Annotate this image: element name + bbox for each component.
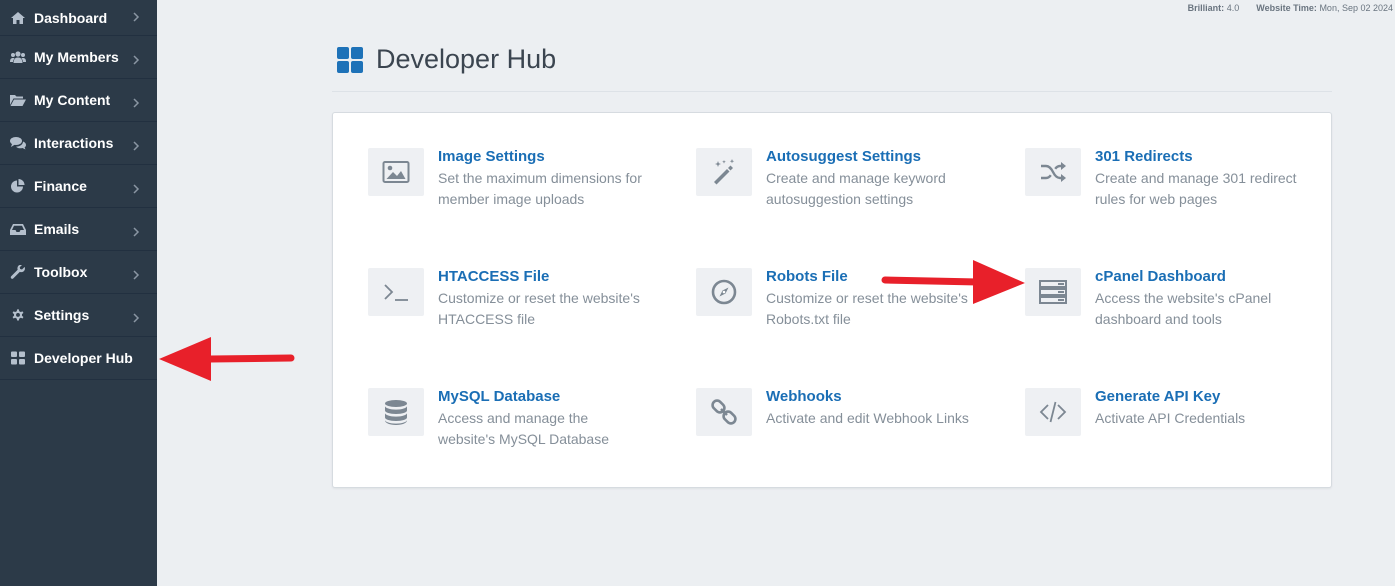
- server-icon: [1025, 268, 1081, 316]
- sidebar-item-label: Finance: [34, 178, 87, 194]
- tool-cpanel-dashboard[interactable]: cPanel Dashboard Access the website's cP…: [1025, 268, 1325, 348]
- sidebar-item-label: Toolbox: [34, 264, 88, 280]
- chevron-right-icon: [132, 181, 140, 194]
- annotation-arrow-left: [159, 337, 295, 381]
- tool-title[interactable]: Webhooks: [766, 388, 976, 406]
- gear-icon: [9, 308, 26, 322]
- tool-description: Access and manage the website's MySQL Da…: [438, 410, 610, 447]
- pie-chart-icon: [9, 179, 26, 193]
- chevron-right-icon: [132, 95, 140, 108]
- tool-title[interactable]: 301 Redirects: [1095, 148, 1305, 166]
- chevron-right-icon: [132, 138, 140, 151]
- chevron-right-icon: [132, 52, 140, 65]
- sidebar-item-toolbox[interactable]: Toolbox: [0, 251, 157, 294]
- wrench-icon: [9, 265, 26, 279]
- sidebar-item-settings[interactable]: Settings: [0, 294, 157, 337]
- sidebar-item-finance[interactable]: Finance: [0, 165, 157, 208]
- sidebar-item-label: Emails: [34, 221, 80, 237]
- tool-description: Create and manage 301 redirect rules for…: [1095, 170, 1297, 207]
- sidebar: Dashboard My Members My Content Interact…: [0, 0, 157, 586]
- shuffle-icon: [1025, 148, 1081, 196]
- link-icon: [696, 388, 752, 436]
- tool-description: Set the maximum dimensions for member im…: [438, 170, 642, 207]
- sidebar-item-developer-hub[interactable]: Developer Hub: [0, 337, 157, 380]
- sidebar-item-my-content[interactable]: My Content: [0, 79, 157, 122]
- compass-icon: [696, 268, 752, 316]
- sidebar-item-label: Dashboard: [34, 9, 108, 26]
- tool-301-redirects[interactable]: 301 Redirects Create and manage 301 redi…: [1025, 148, 1325, 228]
- tools-card: Image Settings Set the maximum dimension…: [332, 112, 1332, 488]
- tool-generate-api-key[interactable]: Generate API Key Activate API Credential…: [1025, 388, 1325, 468]
- chevron-right-icon: [132, 9, 140, 22]
- tool-title[interactable]: Autosuggest Settings: [766, 148, 976, 166]
- chevron-right-icon: [132, 267, 140, 280]
- tool-title[interactable]: HTACCESS File: [438, 268, 648, 286]
- sidebar-item-label: Developer Hub: [34, 350, 133, 366]
- sidebar-item-label: My Members: [34, 49, 119, 65]
- sidebar-item-label: Settings: [34, 307, 90, 323]
- comments-icon: [9, 136, 26, 150]
- website-time-value: Mon, Sep 02 2024: [1319, 3, 1393, 13]
- version-value: 4.0: [1226, 3, 1240, 13]
- tool-autosuggest-settings[interactable]: Autosuggest Settings Create and manage k…: [696, 148, 996, 228]
- tool-webhooks[interactable]: Webhooks Activate and edit Webhook Links: [696, 388, 996, 468]
- tool-title[interactable]: MySQL Database: [438, 388, 648, 406]
- page-header: Developer Hub: [332, 40, 1332, 92]
- inbox-icon: [9, 222, 26, 236]
- tool-title[interactable]: Image Settings: [438, 148, 648, 166]
- terminal-icon: [368, 268, 424, 316]
- chevron-right-icon: [132, 224, 140, 237]
- tool-mysql-database[interactable]: MySQL Database Access and manage the web…: [368, 388, 668, 468]
- sidebar-item-interactions[interactable]: Interactions: [0, 122, 157, 165]
- website-time-label: Website Time:: [1256, 3, 1317, 13]
- grid-icon: [9, 351, 26, 365]
- tool-description: Create and manage keyword autosuggestion…: [766, 170, 946, 207]
- top-status-bar: Brilliant: 4.0 Website Time: Mon, Sep 02…: [1188, 3, 1393, 13]
- sidebar-item-label: Interactions: [34, 135, 114, 151]
- grid-icon: [337, 46, 363, 73]
- tool-image-settings[interactable]: Image Settings Set the maximum dimension…: [368, 148, 668, 228]
- sidebar-item-dashboard[interactable]: Dashboard: [0, 0, 157, 36]
- tool-description: Activate API Credentials: [1095, 410, 1246, 426]
- tool-title[interactable]: Generate API Key: [1095, 388, 1305, 406]
- home-icon: [9, 11, 26, 25]
- tool-description: Customize or reset the website's HTACCES…: [438, 290, 640, 327]
- annotation-arrow-right: [881, 260, 1025, 304]
- users-icon: [9, 50, 26, 64]
- image-icon: [368, 148, 424, 196]
- sidebar-item-label: My Content: [34, 92, 111, 108]
- tool-htaccess-file[interactable]: HTACCESS File Customize or reset the web…: [368, 268, 668, 348]
- tool-title[interactable]: cPanel Dashboard: [1095, 268, 1305, 286]
- sidebar-item-emails[interactable]: Emails: [0, 208, 157, 251]
- tool-description: Access the website's cPanel dashboard an…: [1095, 290, 1272, 327]
- page-title: Developer Hub: [376, 44, 557, 74]
- sidebar-item-my-members[interactable]: My Members: [0, 36, 157, 79]
- folder-open-icon: [9, 93, 26, 107]
- magic-wand-icon: [696, 148, 752, 196]
- version-label: Brilliant:: [1187, 3, 1225, 13]
- chevron-right-icon: [132, 310, 140, 323]
- database-icon: [368, 388, 424, 436]
- tool-description: Activate and edit Webhook Links: [766, 410, 969, 426]
- code-icon: [1025, 388, 1081, 436]
